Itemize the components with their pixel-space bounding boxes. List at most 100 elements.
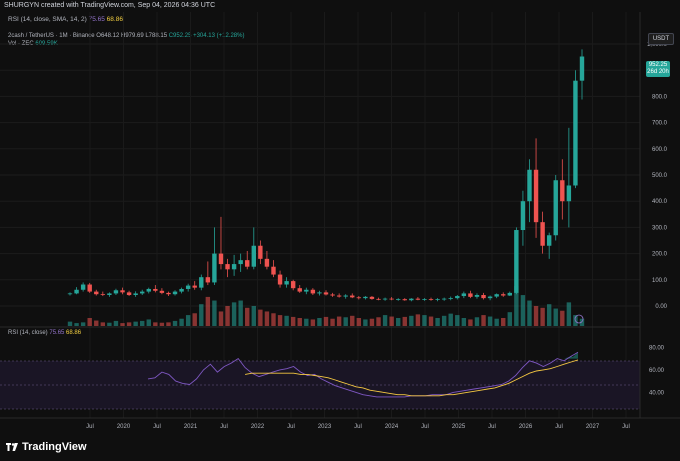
volume-bar (245, 307, 250, 326)
volume-bar (487, 316, 493, 326)
candle-body (323, 292, 329, 295)
time-tick-label: Jul (153, 424, 161, 430)
candle-body (540, 222, 545, 246)
price-chart[interactable]: 0.00 100.0 200.0 300.0 400.0 500.0 600.0 700.0 8… (0, 0, 680, 461)
candle-body (415, 298, 421, 300)
candle-body (172, 291, 178, 295)
last-price-value: 952.25 (648, 62, 668, 68)
candle-body (140, 291, 145, 294)
candle-body (205, 277, 211, 283)
volume-bar (455, 315, 460, 326)
candle-body (166, 292, 171, 295)
volume-bar (553, 308, 558, 326)
volume-bar (330, 318, 335, 326)
volume-bar (389, 316, 394, 326)
volume-bar (546, 304, 552, 326)
volume-bar (501, 318, 506, 326)
volume-bar (336, 316, 342, 326)
volume-bar (310, 319, 316, 326)
candle-body (369, 296, 375, 299)
candle-body (317, 292, 322, 294)
candle-body (566, 185, 572, 202)
volume-bar (363, 319, 368, 326)
volume-bar (343, 317, 348, 326)
candle-body (501, 294, 506, 296)
candle-body (185, 285, 191, 289)
candle-body (514, 230, 519, 293)
candle-body (153, 288, 158, 291)
tradingview-brand: TradingView (22, 441, 87, 453)
candle-body (126, 292, 132, 295)
candle-body (527, 169, 532, 202)
volume-bar (323, 316, 329, 326)
volume-bar (507, 312, 512, 326)
time-tick-label: Jul (220, 424, 228, 430)
volume-bar (67, 321, 73, 326)
price-tick-label: 400.0 (652, 199, 668, 205)
volume-bar (422, 315, 427, 326)
candle-body (258, 245, 263, 259)
volume-bar (277, 315, 283, 326)
candle-body (271, 266, 276, 275)
candle-body (284, 281, 289, 285)
currency-unit-label[interactable]: USDT (648, 33, 674, 45)
candle-body (376, 298, 381, 300)
volume-bar (527, 300, 532, 326)
volume-bar (271, 313, 276, 326)
candle-body (245, 260, 250, 267)
candle-body (120, 290, 125, 293)
rsi-tick-label: 60.00 (649, 368, 665, 374)
candle-body (238, 260, 243, 265)
candle-body (507, 292, 512, 296)
volume-bar (192, 313, 197, 326)
tradingview-logo-icon (6, 442, 18, 451)
price-tick-label: 800.0 (652, 94, 668, 100)
volume-bar (231, 302, 237, 326)
volume-bar (533, 306, 539, 326)
candle-body (113, 290, 119, 294)
candle-body (474, 294, 480, 297)
candle-body (80, 284, 86, 290)
volume-bar (468, 319, 473, 326)
tradingview-logo[interactable]: TradingView (6, 441, 87, 453)
time-tick-label: Jul (354, 424, 362, 430)
candle-body (290, 281, 296, 289)
volume-bar (153, 322, 158, 326)
time-tick-label: 2027 (586, 424, 600, 430)
volume-bar (80, 322, 86, 326)
volume-bar (376, 317, 381, 326)
candle-body (573, 80, 578, 186)
time-tick-label: Jul (555, 424, 563, 430)
volume-bar (297, 318, 302, 326)
volume-bar (284, 315, 289, 326)
candle-body (435, 299, 440, 300)
last-price-tag: 952.25 26d 20h (646, 61, 670, 77)
candle-body (481, 294, 486, 299)
time-tick-label: 2025 (452, 424, 466, 430)
volume-bar (94, 320, 99, 326)
volume-bar (258, 309, 263, 326)
candle-body (396, 299, 401, 300)
candle-body (553, 180, 558, 236)
candle-body (350, 295, 355, 298)
candle-body (74, 289, 79, 294)
candle-body (579, 56, 585, 81)
candle-body (389, 298, 394, 300)
time-tick-label: 2024 (385, 424, 399, 430)
candle-body (468, 293, 473, 297)
candle-body (487, 296, 493, 299)
candle-body (409, 298, 414, 301)
time-tick-label: Jul (86, 424, 94, 430)
candle-countdown: 26d 20h (647, 69, 669, 75)
volume-bar (560, 310, 565, 326)
candle-body (133, 293, 138, 295)
volume-bar (179, 318, 184, 326)
candle-body (199, 277, 204, 288)
volume-bar (107, 322, 112, 326)
volume-bar (461, 318, 467, 326)
price-tick-label: 600.0 (652, 147, 668, 153)
time-tick-label: Jul (622, 424, 630, 430)
candle-body (277, 274, 283, 285)
candle-body (461, 293, 467, 297)
price-tick-label: 0.00 (655, 304, 667, 310)
